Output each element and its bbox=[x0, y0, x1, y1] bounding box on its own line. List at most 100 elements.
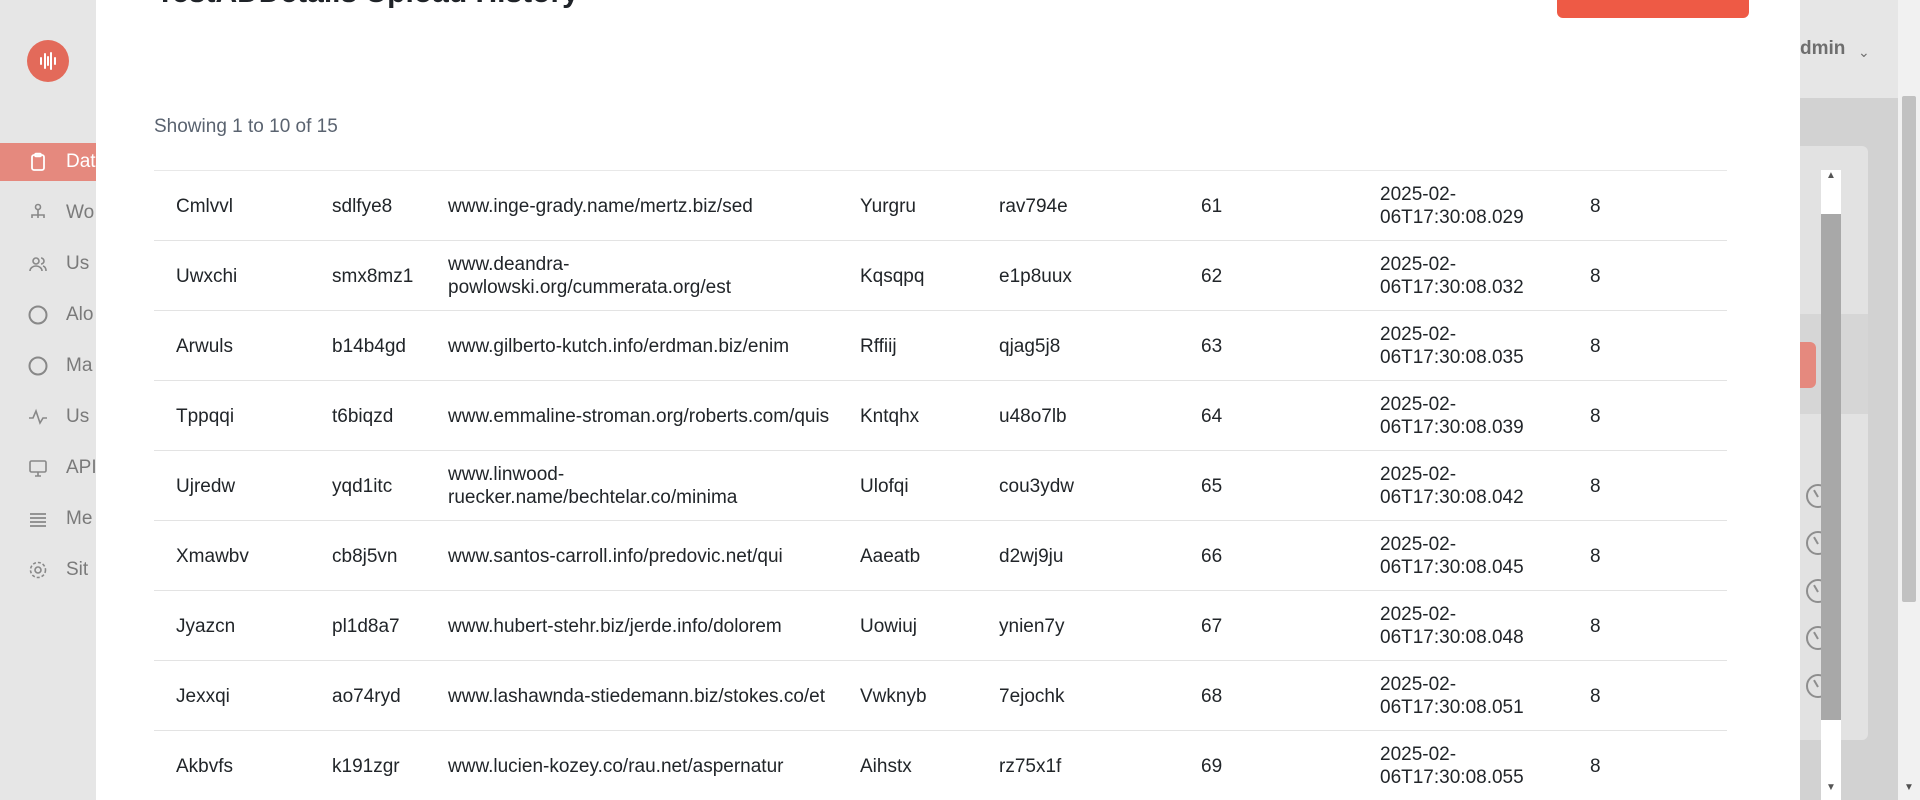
table-cell: t6biqzd bbox=[332, 405, 394, 427]
table-row: Xmawbv cb8j5vn www.santos-carroll.info/p… bbox=[154, 521, 1727, 591]
app-logo[interactable] bbox=[27, 40, 69, 82]
table-cell: 2025-02-06T17:30:08.039 bbox=[1380, 394, 1524, 438]
sidebar-item-label: Us bbox=[66, 406, 90, 427]
table-cell: Kqsqpq bbox=[860, 265, 925, 287]
sidebar-item-site[interactable]: Sit bbox=[0, 551, 96, 589]
history-table: Cmlvvl sdlfye8 www.inge-grady.name/mertz… bbox=[154, 170, 1727, 800]
pagination-summary: Showing 1 to 10 of 15 bbox=[154, 116, 338, 137]
table-cell: Kntqhx bbox=[860, 405, 920, 427]
table-cell: 2025-02-06T17:30:08.042 bbox=[1380, 464, 1524, 508]
clipboard-icon bbox=[26, 150, 50, 174]
table-row: Cmlvvl sdlfye8 www.inge-grady.name/mertz… bbox=[154, 171, 1727, 241]
table-cell: Jexxqi bbox=[176, 685, 230, 707]
table-cell: smx8mz1 bbox=[332, 265, 414, 287]
sidebar-item-workflows[interactable]: Wo bbox=[0, 194, 96, 232]
table-cell: b14b4gd bbox=[332, 335, 406, 357]
sidebar-item-label: Us bbox=[66, 253, 90, 274]
table-cell: Arwuls bbox=[176, 335, 234, 357]
table-row: Ujredw yqd1itc www.linwood-ruecker.name/… bbox=[154, 451, 1727, 521]
table-cell: Rffiij bbox=[860, 335, 897, 357]
table-cell: Uowiuj bbox=[860, 615, 918, 637]
table-cell: 2025-02-06T17:30:08.051 bbox=[1380, 674, 1524, 718]
table-row: Arwuls b14b4gd www.gilberto-kutch.info/e… bbox=[154, 311, 1727, 381]
table-row: Jyazcn pl1d8a7 www.hubert-stehr.biz/jerd… bbox=[154, 591, 1727, 661]
table-cell: Tppqqi bbox=[176, 405, 235, 427]
table-cell: 2025-02-06T17:30:08.035 bbox=[1380, 324, 1524, 368]
table-cell: www.gilberto-kutch.info/erdman.biz/enim bbox=[448, 335, 790, 357]
table-cell: www.emmaline-stroman.org/roberts.com/qui… bbox=[448, 405, 830, 427]
table-cell: Ujredw bbox=[176, 475, 236, 497]
table-cell: k191zgr bbox=[332, 755, 400, 777]
table-cell: Akbvfs bbox=[176, 755, 234, 777]
sidebar-item-label: API bbox=[66, 457, 97, 478]
circle-icon bbox=[26, 354, 50, 378]
table-cell: Jyazcn bbox=[176, 615, 236, 637]
chevron-down-icon[interactable]: ⌄ bbox=[1858, 44, 1870, 61]
table-cell: Ulofqi bbox=[860, 475, 909, 497]
table-cell: www.lashawnda-stiedemann.biz/stokes.co/e… bbox=[448, 685, 826, 707]
scroll-down-arrow-icon[interactable]: ▼ bbox=[1904, 782, 1914, 793]
table-cell: d2wj9ju bbox=[999, 545, 1064, 567]
table-cell: 8 bbox=[1590, 405, 1601, 427]
table-cell: rz75x1f bbox=[999, 755, 1062, 777]
scroll-up-arrow-icon[interactable]: ▲ bbox=[1826, 170, 1836, 181]
page-scrollbar-thumb[interactable] bbox=[1902, 96, 1916, 602]
table-cell: ynien7y bbox=[999, 615, 1065, 637]
table-cell: Aaeatb bbox=[860, 545, 921, 567]
table-cell: Vwknyb bbox=[860, 685, 927, 707]
primary-button[interactable] bbox=[1800, 342, 1816, 388]
table-cell: Yurgru bbox=[860, 195, 916, 217]
sidebar-item-data[interactable]: Dat bbox=[0, 143, 96, 181]
table-cell: www.inge-grady.name/mertz.biz/sed bbox=[448, 195, 753, 217]
table-cell: 2025-02-06T17:30:08.048 bbox=[1380, 604, 1524, 648]
table-cell: 66 bbox=[1201, 545, 1223, 567]
table-scrollbar-thumb[interactable] bbox=[1821, 214, 1841, 720]
table-cell: www.hubert-stehr.biz/jerde.info/dolorem bbox=[448, 615, 782, 637]
table-cell: 62 bbox=[1201, 265, 1223, 287]
sidebar-item-menu[interactable]: Me bbox=[0, 500, 96, 538]
table-cell: 64 bbox=[1201, 405, 1223, 427]
table-row: Jexxqi ao74ryd www.lashawnda-stiedemann.… bbox=[154, 661, 1727, 731]
sidebar-item-label: Me bbox=[66, 508, 93, 529]
sidebar-item-label: Alo bbox=[66, 304, 94, 325]
scroll-down-arrow-icon[interactable]: ▼ bbox=[1826, 782, 1836, 793]
table-cell: www.linwood-ruecker.name/bechtelar.co/mi… bbox=[448, 464, 738, 508]
activity-icon bbox=[26, 405, 50, 429]
table-cell: qjag5j8 bbox=[999, 335, 1061, 357]
user-menu-label[interactable]: dmin bbox=[1800, 38, 1845, 60]
table-cell: 8 bbox=[1590, 755, 1601, 777]
table-cell: www.deandra-powlowski.org/cummerata.org/… bbox=[448, 254, 731, 298]
sidebar-item-label: Wo bbox=[66, 202, 95, 223]
page-scrollbar[interactable]: ▼ bbox=[1898, 0, 1920, 800]
table-cell: Xmawbv bbox=[176, 545, 249, 567]
table-row: Akbvfs k191zgr www.lucien-kozey.co/rau.n… bbox=[154, 731, 1727, 800]
table-cell: 65 bbox=[1201, 475, 1223, 497]
table-scrollbar[interactable]: ▲ ▼ bbox=[1821, 170, 1841, 800]
table-cell: rav794e bbox=[999, 195, 1068, 217]
table-cell: ao74ryd bbox=[332, 685, 401, 707]
gear-icon bbox=[26, 558, 50, 582]
sidebar-item-users[interactable]: Us bbox=[0, 245, 96, 283]
table-cell: 2025-02-06T17:30:08.032 bbox=[1380, 254, 1524, 298]
sidebar-item-api[interactable]: API bbox=[0, 449, 97, 487]
monitor-icon bbox=[26, 456, 50, 480]
table-cell: 63 bbox=[1201, 335, 1223, 357]
sidebar-item-usage[interactable]: Us bbox=[0, 398, 96, 436]
table-cell: 8 bbox=[1590, 615, 1601, 637]
table-cell: 67 bbox=[1201, 615, 1223, 637]
table-cell: 61 bbox=[1201, 195, 1223, 217]
list-icon bbox=[26, 507, 50, 531]
table-row: Tppqqi t6biqzd www.emmaline-stroman.org/… bbox=[154, 381, 1727, 451]
table-cell: www.santos-carroll.info/predovic.net/qui bbox=[448, 545, 783, 567]
sidebar-item-label: Sit bbox=[66, 559, 89, 580]
sidebar-item-ma[interactable]: Ma bbox=[0, 347, 96, 385]
table-cell: 2025-02-06T17:30:08.029 bbox=[1380, 184, 1524, 228]
sidebar-item-alo[interactable]: Alo bbox=[0, 296, 96, 334]
table-cell: e1p8uux bbox=[999, 265, 1072, 287]
modal-action-button[interactable] bbox=[1557, 0, 1749, 18]
audio-wave-icon bbox=[40, 52, 56, 70]
table-cell: 2025-02-06T17:30:08.055 bbox=[1380, 744, 1524, 788]
table-cell: 8 bbox=[1590, 265, 1601, 287]
table-cell: 8 bbox=[1590, 685, 1601, 707]
table-cell: 7ejochk bbox=[999, 685, 1065, 707]
